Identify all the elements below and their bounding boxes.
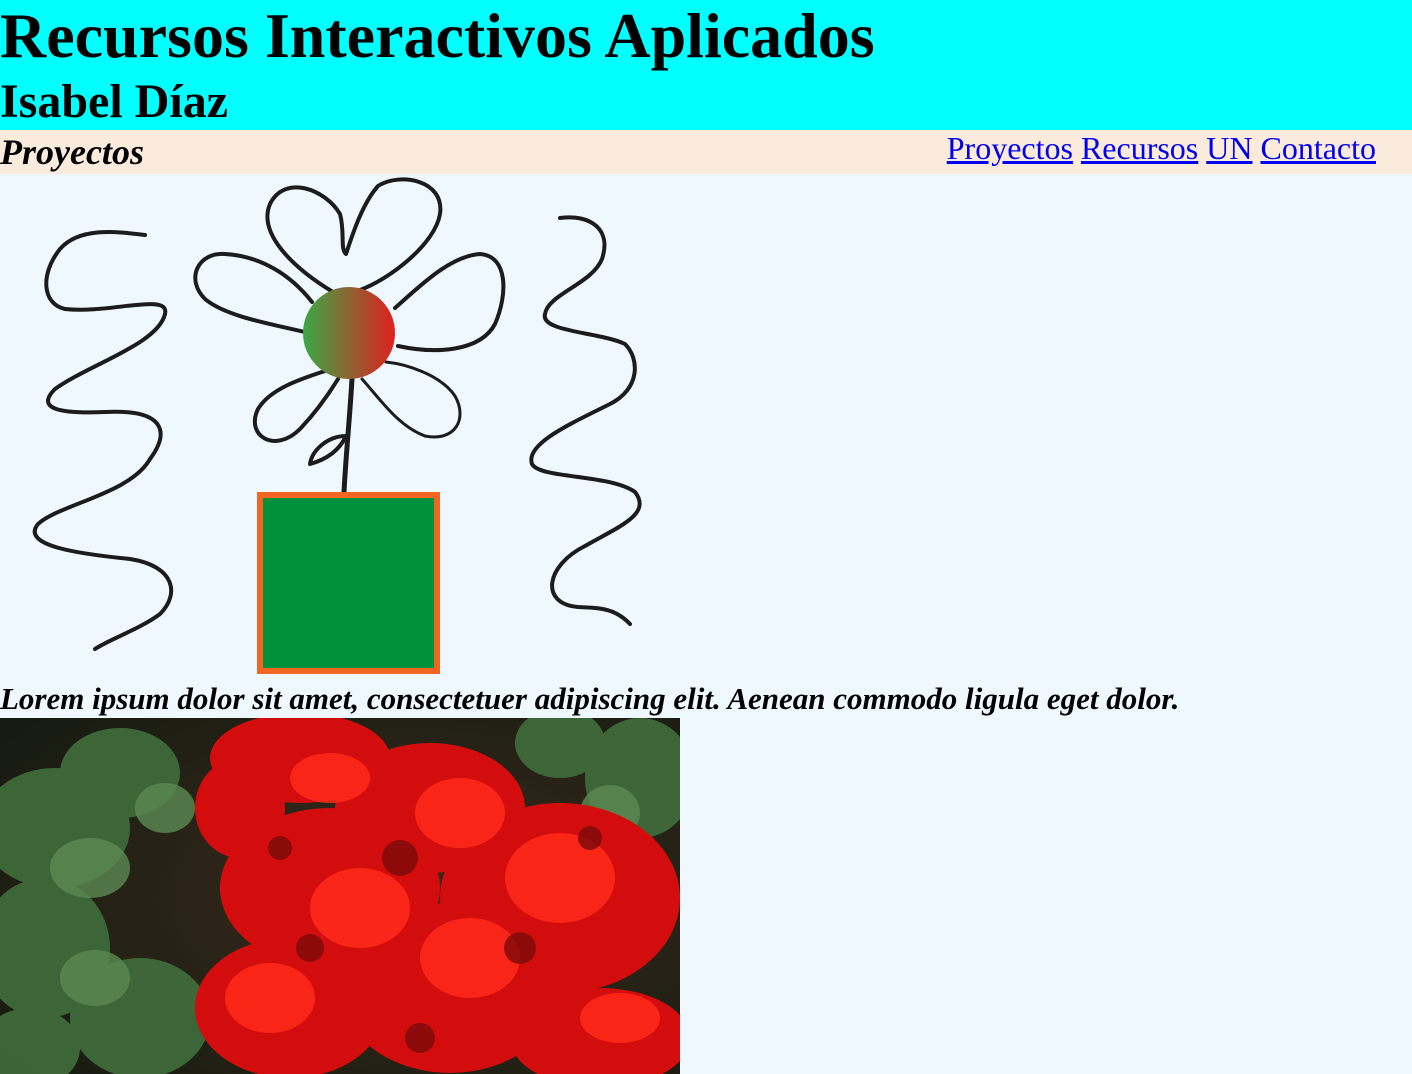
flower-center bbox=[303, 287, 395, 379]
site-author: Isabel Díaz bbox=[0, 75, 228, 128]
flower-leaf bbox=[308, 434, 348, 466]
petal-top bbox=[265, 177, 443, 294]
left-squiggle bbox=[33, 230, 174, 651]
nav-link-recursos[interactable]: Recursos bbox=[1081, 130, 1198, 166]
page-header: Recursos Interactivos Aplicados Isabel D… bbox=[0, 0, 1412, 130]
petal-bottom-right bbox=[360, 360, 462, 439]
nav-link-proyectos[interactable]: Proyectos bbox=[947, 130, 1073, 166]
flower-drawing-icon bbox=[33, 177, 642, 674]
site-title: Recursos Interactivos Aplicados bbox=[0, 0, 875, 71]
petal-right bbox=[393, 252, 506, 352]
nav-link-un[interactable]: UN bbox=[1206, 130, 1252, 166]
nav-links: Proyectos Recursos UN Contacto bbox=[947, 128, 1376, 168]
flower-drawing bbox=[0, 174, 680, 679]
nav-bar: Proyectos Proyectos Recursos UN Contacto bbox=[0, 130, 1412, 174]
right-squiggle bbox=[529, 215, 642, 626]
red-geranium-photo bbox=[0, 718, 680, 1074]
nav-link-contacto[interactable]: Contacto bbox=[1260, 130, 1376, 166]
section-title: Proyectos bbox=[0, 132, 144, 172]
main-caption: Lorem ipsum dolor sit amet, consectetuer… bbox=[0, 681, 1180, 716]
petal-bottom-left bbox=[252, 368, 340, 443]
red-geranium-photo-icon bbox=[0, 718, 680, 1074]
flower-pot bbox=[257, 492, 440, 674]
